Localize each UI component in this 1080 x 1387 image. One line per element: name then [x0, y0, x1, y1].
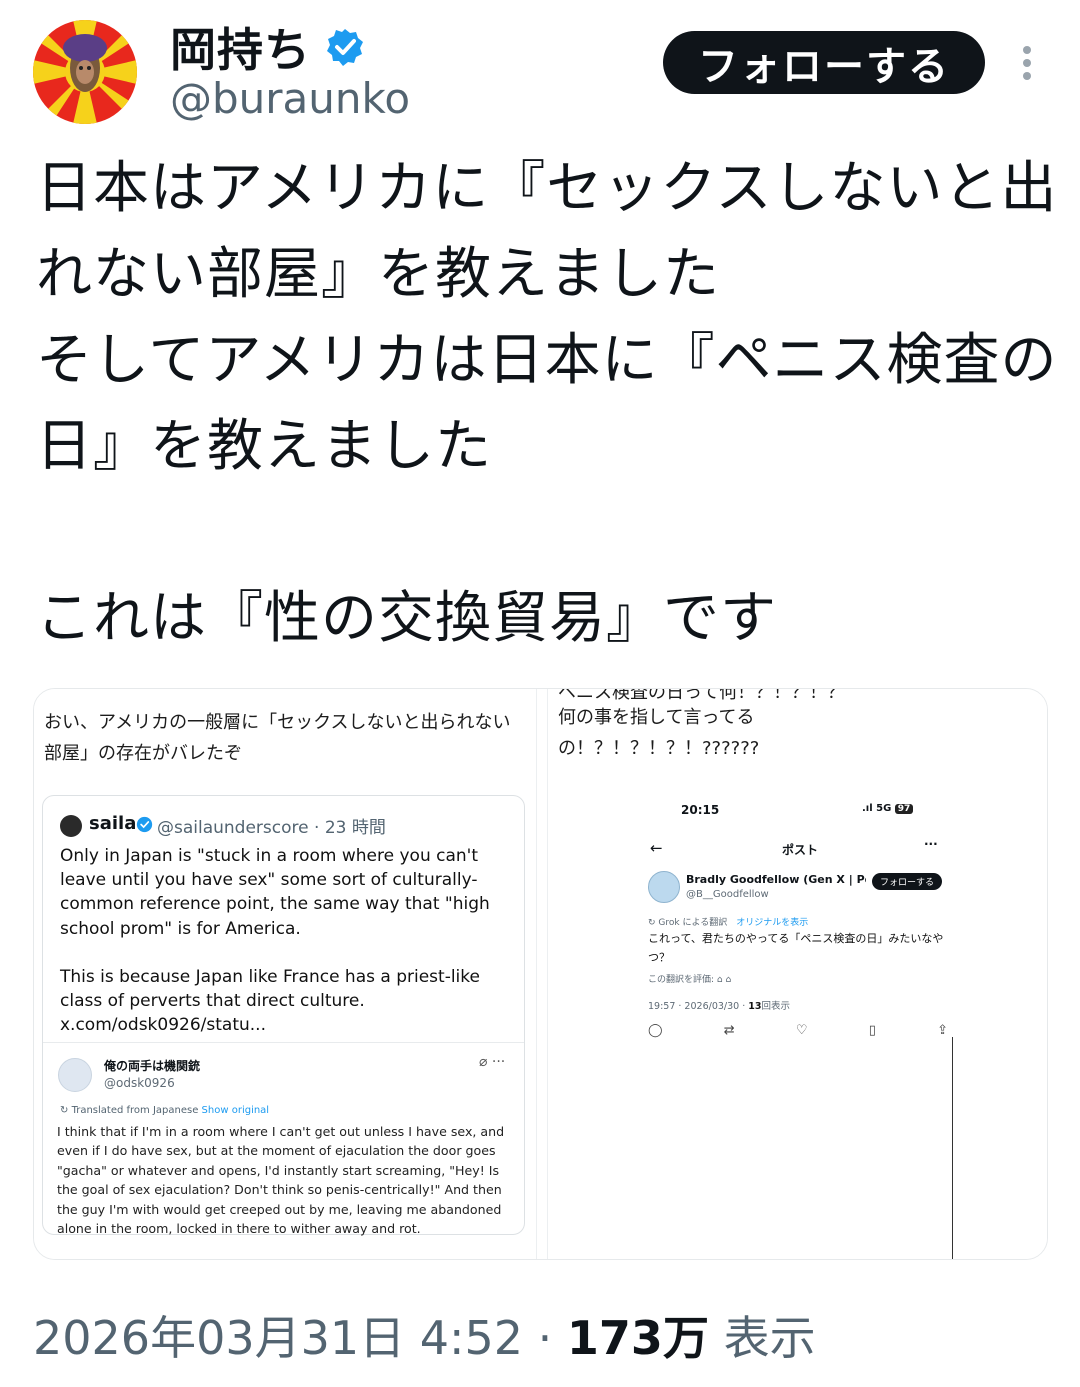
tweet-line: これは『性の交換貿易』です: [36, 586, 777, 651]
inner-handle: @odsk0926: [104, 1076, 175, 1090]
status-bar: .ıl 5G 97: [862, 803, 914, 814]
bookmark-icon: ▯: [868, 1023, 876, 1038]
inner-body: I think that if I'm in a room where I ca…: [57, 1124, 505, 1237]
like-icon: ♡: [795, 1023, 808, 1038]
divider: [952, 1037, 953, 1259]
screenshot-heading: おい、アメリカの一般層に「セックスしないと出られない部屋」の存在がバレたぞ: [44, 712, 511, 764]
author-avatar[interactable]: [33, 20, 137, 124]
repost-icon: ⇄: [723, 1023, 735, 1038]
view-count: 173万: [566, 1311, 709, 1365]
more-options-icon[interactable]: [1010, 40, 1044, 86]
grok-more-icon: ⌀ ···: [479, 1054, 506, 1070]
quoted-avatar: [60, 815, 82, 837]
view-label: 表示: [708, 1311, 816, 1365]
quoted-paragraph: Only in Japan is "stuck in a room where …: [60, 846, 490, 939]
rate-translation: この翻訳を評価: ⌂ ⌂: [648, 975, 732, 985]
post-actions: ◯ ⇄ ♡ ▯ ⇪: [648, 1023, 948, 1038]
post-footer: 2026年03月31日 4:52 · 173万 表示: [33, 1302, 816, 1368]
quoted-name: saila: [89, 813, 137, 834]
poster-avatar: [648, 871, 680, 903]
media-image-right[interactable]: ペニス検査の日って何！？！？！？ 何の事を指して言ってる の！？！？！？！???…: [548, 689, 1047, 1259]
post-title: ポスト: [782, 843, 819, 857]
tweet-line: そしてアメリカは日本に『ペニス検査の: [36, 328, 1058, 393]
post-body: これって、君たちのやってる「ペニス検査の日」みたいなやつ？: [648, 932, 944, 964]
media-grid: おい、アメリカの一般層に「セックスしないと出られない部屋」の存在がバレたぞ sa…: [33, 688, 1048, 1260]
back-arrow-icon: ←: [650, 839, 663, 857]
media-separator: [536, 689, 548, 1259]
quoted-handle-time: @sailaunderscore · 23 時間: [157, 818, 386, 838]
post-meta: 19:57 · 2026/03/30 · 13回表示: [648, 1001, 791, 1012]
media-image-left[interactable]: おい、アメリカの一般層に「セックスしないと出られない部屋」の存在がバレたぞ sa…: [34, 689, 536, 1259]
tweet-header: 岡持ち @buraunko フォローする: [0, 0, 1080, 140]
quoted-paragraph: This is because Japan like France has a …: [60, 966, 480, 1036]
phone-screenshot: 20:15 .ıl 5G 97 ← ポスト ··· Bradly Goodfel…: [644, 789, 956, 1089]
tweet-text: 日本はアメリカに『セックスしないと出 れない部屋』を教えました そしてアメリカは…: [36, 146, 1058, 662]
quoted-body: Only in Japan is "stuck in a room where …: [60, 844, 515, 1037]
heading-line: 何の事を指して言ってる: [558, 707, 755, 728]
divider: [43, 1042, 524, 1043]
author-name-row: 岡持ち: [170, 14, 365, 80]
inner-avatar: [58, 1058, 92, 1092]
show-original-link: Show original: [201, 1105, 270, 1116]
follow-button[interactable]: フォローする: [663, 31, 985, 94]
verified-badge-icon: [327, 29, 363, 66]
post-timestamp[interactable]: 2026年03月31日 4:52 ·: [33, 1311, 567, 1365]
poster-name: Bradly Goodfellow (Gen X | Po...: [686, 873, 866, 886]
screenshot-heading: 何の事を指して言ってる の！？！？！？！??????: [558, 702, 1028, 764]
translation-label: ↻ Translated from Japanese Show original: [60, 1105, 270, 1116]
author-display-name[interactable]: 岡持ち: [170, 14, 311, 80]
tweet-line: 日本はアメリカに『セックスしないと出: [36, 156, 1058, 221]
verified-badge-icon: [136, 816, 153, 833]
inner-name: 俺の両手は機関銃: [104, 1059, 201, 1073]
heading-line: の！？！？！？！??????: [558, 738, 760, 759]
poster-handle: @B__Goodfellow: [686, 889, 769, 900]
status-time: 20:15: [681, 803, 720, 817]
tweet-line: れない部屋』を教えました: [36, 242, 720, 307]
more-icon: ···: [924, 837, 938, 851]
quoted-post: saila @sailaunderscore · 23 時間 Only in J…: [42, 795, 525, 1237]
share-icon: ⇪: [937, 1023, 948, 1038]
tweet-line: 日』を教えました: [36, 414, 492, 479]
tweet-line: [36, 490, 1036, 576]
author-handle[interactable]: @buraunko: [170, 74, 410, 123]
reply-icon: ◯: [648, 1023, 663, 1038]
translation-label: ↻ Grok による翻訳 オリジナルを表示: [648, 918, 809, 928]
follow-button: フォローする: [872, 873, 942, 890]
